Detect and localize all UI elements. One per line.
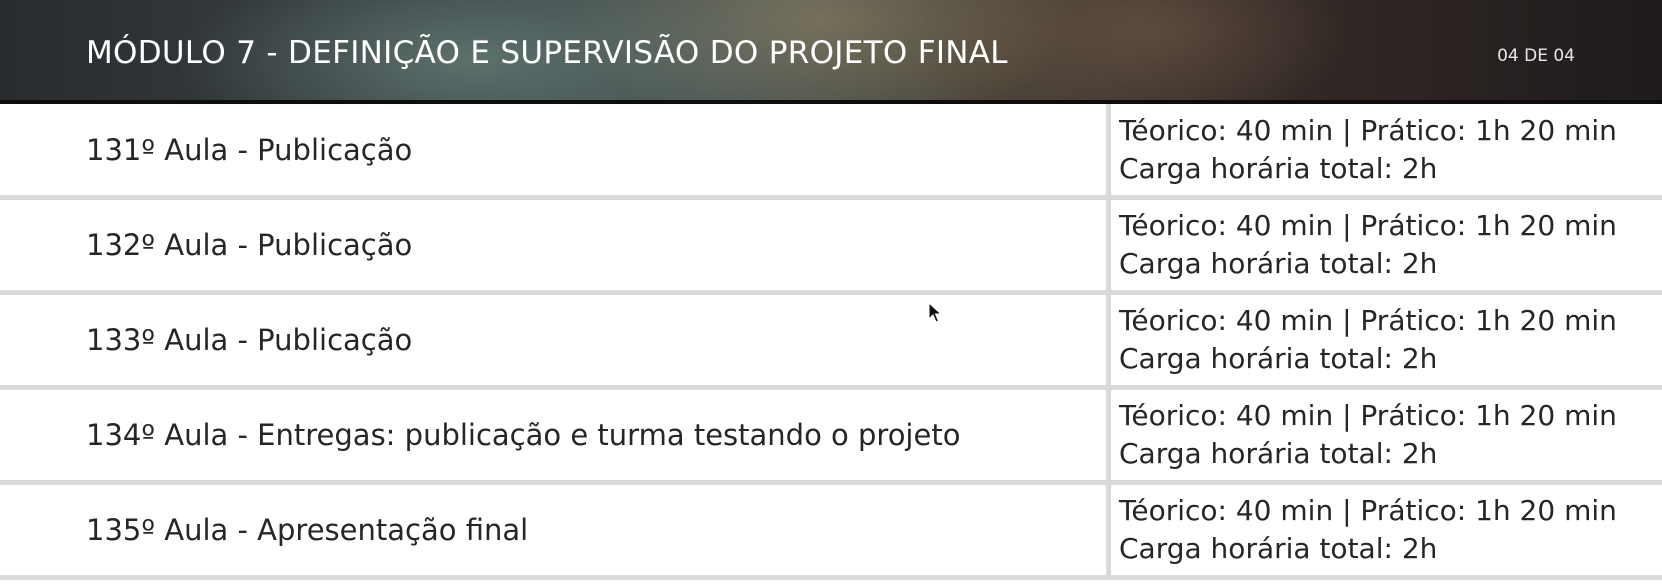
column-divider — [1106, 485, 1111, 575]
lessons-table: 131º Aula - Publicação Téorico: 40 min |… — [0, 104, 1662, 580]
lesson-title: 134º Aula - Entregas: publicação e turma… — [86, 418, 961, 452]
table-row: 134º Aula - Entregas: publicação e turma… — [0, 390, 1662, 485]
lesson-title: 133º Aula - Publicação — [86, 323, 413, 357]
lesson-hours: Téorico: 40 min | Prático: 1h 20 min Car… — [1119, 200, 1617, 290]
hours-total: Carga horária total: 2h — [1119, 247, 1438, 280]
lesson-hours: Téorico: 40 min | Prático: 1h 20 min Car… — [1119, 485, 1617, 575]
lesson-title: 132º Aula - Publicação — [86, 228, 413, 262]
column-divider — [1106, 295, 1111, 385]
hours-breakdown: Téorico: 40 min | Prático: 1h 20 min — [1119, 494, 1617, 527]
lesson-hours: Téorico: 40 min | Prático: 1h 20 min Car… — [1119, 390, 1617, 480]
column-divider — [1106, 200, 1111, 290]
column-divider — [1106, 390, 1111, 480]
lesson-hours: Téorico: 40 min | Prático: 1h 20 min Car… — [1119, 104, 1617, 195]
lesson-title: 131º Aula - Publicação — [86, 132, 413, 167]
hours-breakdown: Téorico: 40 min | Prático: 1h 20 min — [1119, 209, 1617, 242]
hours-total: Carga horária total: 2h — [1119, 151, 1438, 185]
table-row: 132º Aula - Publicação Téorico: 40 min |… — [0, 200, 1662, 295]
column-divider — [1106, 104, 1111, 195]
hours-total: Carga horária total: 2h — [1119, 342, 1438, 375]
hours-breakdown: Téorico: 40 min | Prático: 1h 20 min — [1119, 304, 1617, 337]
hours-total: Carga horária total: 2h — [1119, 437, 1438, 470]
lesson-hours: Téorico: 40 min | Prático: 1h 20 min Car… — [1119, 295, 1617, 385]
mouse-cursor-icon — [928, 302, 943, 323]
hours-breakdown: Téorico: 40 min | Prático: 1h 20 min — [1119, 113, 1617, 147]
page-indicator: 04 DE 04 — [1497, 46, 1575, 66]
module-title: MÓDULO 7 - DEFINIÇÃO E SUPERVISÃO DO PRO… — [86, 35, 1008, 71]
table-row: 135º Aula - Apresentação final Téorico: … — [0, 485, 1662, 580]
hours-breakdown: Téorico: 40 min | Prático: 1h 20 min — [1119, 399, 1617, 432]
module-header: MÓDULO 7 - DEFINIÇÃO E SUPERVISÃO DO PRO… — [0, 0, 1662, 104]
hours-total: Carga horária total: 2h — [1119, 532, 1438, 565]
lesson-title: 135º Aula - Apresentação final — [86, 513, 529, 547]
table-row: 133º Aula - Publicação Téorico: 40 min |… — [0, 295, 1662, 390]
table-row: 131º Aula - Publicação Téorico: 40 min |… — [0, 104, 1662, 200]
